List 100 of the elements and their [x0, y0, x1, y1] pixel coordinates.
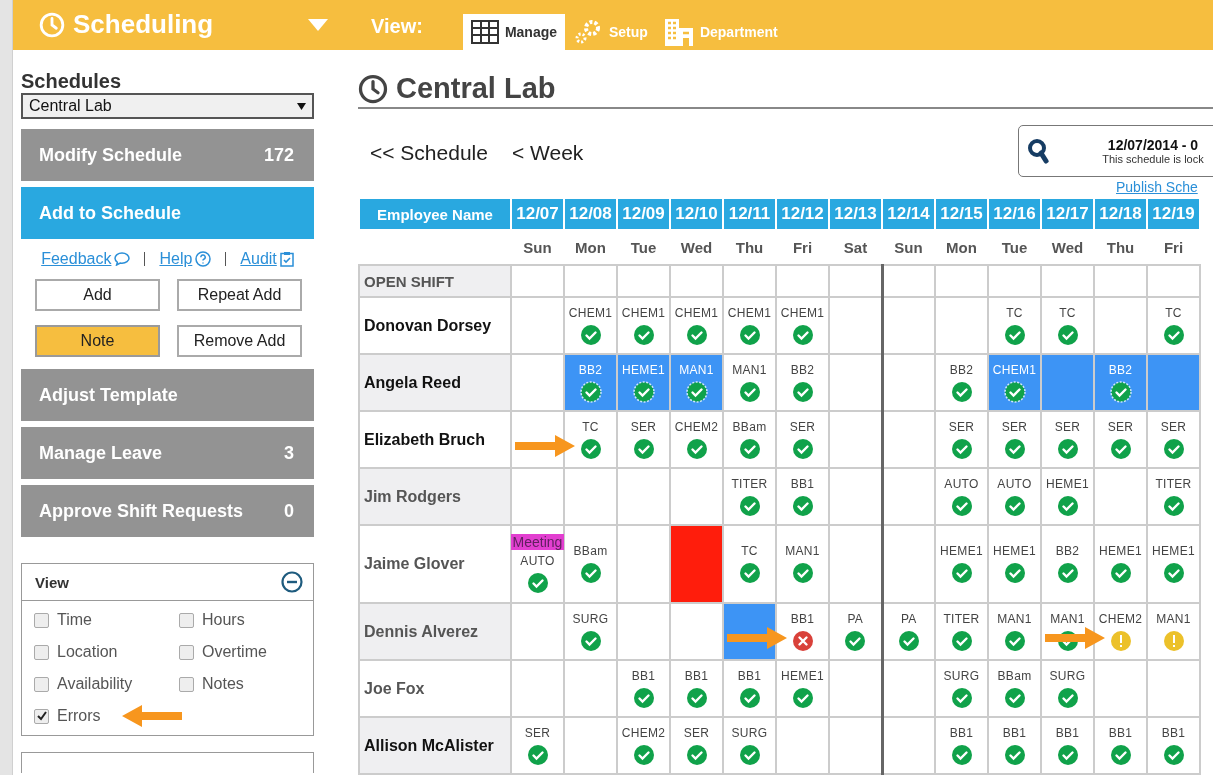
shift-cell[interactable]: [564, 717, 617, 774]
action-button[interactable]: Add: [35, 279, 160, 311]
shift-cell[interactable]: CHEM2: [670, 411, 723, 468]
shift-cell[interactable]: BB2: [1041, 525, 1094, 603]
shift-cell[interactable]: [617, 603, 670, 660]
shift-cell[interactable]: BB1: [776, 603, 829, 660]
shift-cell[interactable]: [1094, 468, 1147, 525]
shift-cell[interactable]: [776, 717, 829, 774]
shift-cell[interactable]: BBam: [988, 660, 1041, 717]
shift-cell[interactable]: [882, 717, 935, 774]
dropdown-caret-icon[interactable]: [307, 17, 329, 32]
shift-cell[interactable]: BB1: [1094, 717, 1147, 774]
shift-cell[interactable]: [882, 660, 935, 717]
shift-cell[interactable]: CHEM2: [617, 717, 670, 774]
shift-cell[interactable]: SURG: [1041, 660, 1094, 717]
shift-cell[interactable]: [511, 265, 564, 297]
checkbox[interactable]: [34, 708, 49, 724]
shift-cell[interactable]: TC: [1041, 297, 1094, 354]
shift-cell[interactable]: [564, 660, 617, 717]
shift-cell[interactable]: [829, 265, 882, 297]
shift-cell[interactable]: [617, 525, 670, 603]
shift-cell[interactable]: SER: [1094, 411, 1147, 468]
shift-cell[interactable]: Meeting AUTO: [511, 525, 564, 603]
shift-cell[interactable]: MAN1: [776, 525, 829, 603]
shift-cell[interactable]: BB1: [988, 717, 1041, 774]
shift-cell[interactable]: [882, 297, 935, 354]
checkbox[interactable]: [34, 612, 49, 628]
shift-cell[interactable]: TITER: [1147, 468, 1200, 525]
shift-cell[interactable]: CHEM1: [564, 297, 617, 354]
shift-cell[interactable]: SER: [776, 411, 829, 468]
shift-cell[interactable]: TC: [988, 297, 1041, 354]
sidebar-link[interactable]: Feedback: [41, 250, 131, 268]
shift-cell[interactable]: BB1: [723, 660, 776, 717]
collapse-icon[interactable]: [281, 571, 303, 593]
shift-cell[interactable]: [670, 603, 723, 660]
shift-cell[interactable]: TITER: [935, 603, 988, 660]
shift-cell[interactable]: BB2: [776, 354, 829, 411]
shift-cell[interactable]: SURG: [723, 717, 776, 774]
shift-cell[interactable]: HEME1: [1094, 525, 1147, 603]
shift-cell[interactable]: BB1: [776, 468, 829, 525]
shift-cell[interactable]: [617, 468, 670, 525]
shift-cell[interactable]: MAN1: [1147, 603, 1200, 660]
shift-cell[interactable]: [617, 265, 670, 297]
shift-cell[interactable]: [988, 265, 1041, 297]
blocked-cell[interactable]: [670, 525, 723, 603]
view-tab[interactable]: Manage: [462, 14, 565, 50]
shift-cell[interactable]: HEME1: [988, 525, 1041, 603]
shift-cell[interactable]: BBam: [564, 525, 617, 603]
shift-cell[interactable]: [511, 354, 564, 411]
checkbox[interactable]: [34, 644, 49, 660]
shift-cell[interactable]: HEME1: [1041, 468, 1094, 525]
action-button[interactable]: Remove Add: [177, 325, 302, 357]
shift-cell[interactable]: [1041, 354, 1094, 411]
shift-cell[interactable]: SER: [670, 717, 723, 774]
shift-cell[interactable]: HEME1: [1147, 525, 1200, 603]
shift-cell[interactable]: BB1: [935, 717, 988, 774]
nav-link[interactable]: << Schedule: [370, 141, 488, 165]
shift-cell[interactable]: TC: [564, 411, 617, 468]
shift-cell[interactable]: [670, 468, 723, 525]
shift-cell[interactable]: [882, 354, 935, 411]
shift-cell[interactable]: CHEM2: [1094, 603, 1147, 660]
shift-cell[interactable]: [1094, 660, 1147, 717]
shift-cell[interactable]: CHEM1: [723, 297, 776, 354]
shift-cell[interactable]: HEME1: [776, 660, 829, 717]
shift-cell[interactable]: [776, 265, 829, 297]
shift-cell[interactable]: BB1: [670, 660, 723, 717]
shift-cell[interactable]: CHEM1: [617, 297, 670, 354]
shift-cell[interactable]: [564, 468, 617, 525]
shift-cell[interactable]: BBam: [723, 411, 776, 468]
shift-cell[interactable]: [1094, 265, 1147, 297]
shift-cell[interactable]: SURG: [564, 603, 617, 660]
shift-cell[interactable]: SER: [1147, 411, 1200, 468]
shift-cell[interactable]: PA: [882, 603, 935, 660]
shift-cell[interactable]: TC: [723, 525, 776, 603]
shift-cell[interactable]: [564, 265, 617, 297]
shift-cell[interactable]: TITER: [723, 468, 776, 525]
shift-cell[interactable]: [670, 265, 723, 297]
checkbox[interactable]: [179, 676, 194, 692]
shift-cell[interactable]: SER: [617, 411, 670, 468]
shift-cell[interactable]: [1094, 297, 1147, 354]
shift-cell[interactable]: SER: [935, 411, 988, 468]
checkbox[interactable]: [179, 612, 194, 628]
shift-cell[interactable]: CHEM1: [670, 297, 723, 354]
shift-cell[interactable]: BB1: [1147, 717, 1200, 774]
shift-cell[interactable]: BB1: [1041, 717, 1094, 774]
shift-cell[interactable]: SER: [988, 411, 1041, 468]
action-button[interactable]: Note: [35, 325, 160, 357]
schedule-select[interactable]: Central Lab: [21, 93, 314, 119]
shift-cell[interactable]: [882, 525, 935, 603]
shift-cell[interactable]: [829, 525, 882, 603]
shift-cell[interactable]: [882, 468, 935, 525]
shift-cell[interactable]: HEME1: [935, 525, 988, 603]
shift-cell[interactable]: [1147, 660, 1200, 717]
shift-cell[interactable]: [882, 411, 935, 468]
shift-cell[interactable]: [723, 265, 776, 297]
checkbox[interactable]: [179, 644, 194, 660]
publish-link[interactable]: Publish Sche: [1116, 179, 1198, 195]
shift-cell[interactable]: [1147, 265, 1200, 297]
shift-cell[interactable]: [1147, 354, 1200, 411]
shift-cell[interactable]: SER: [511, 717, 564, 774]
